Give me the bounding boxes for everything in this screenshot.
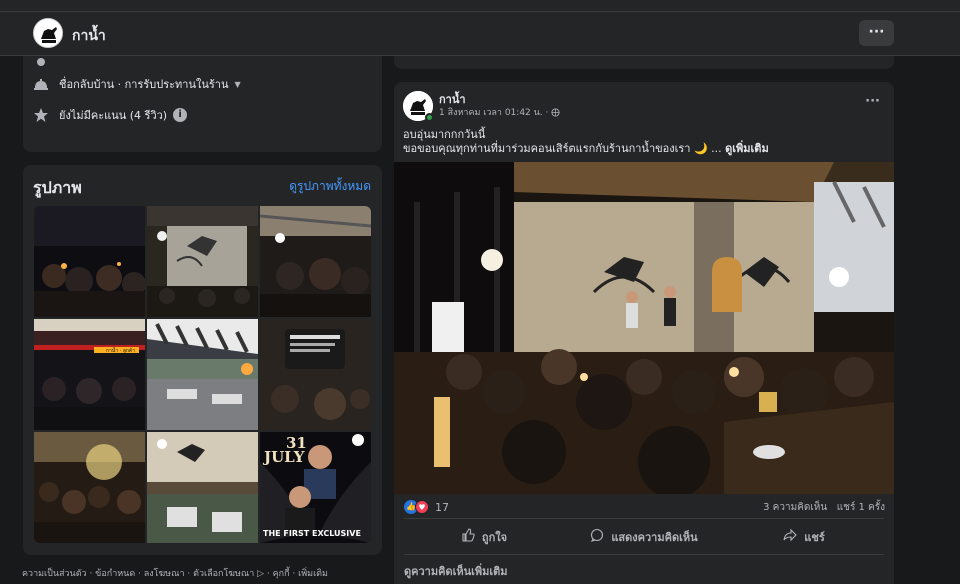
chevron-down-icon[interactable]: ▼ — [235, 80, 241, 89]
photos-card: รูปภาพ ดูรูปภาพทั้งหมด กาน้ำ · ลูกค้า 31… — [23, 165, 382, 555]
service-bell-icon — [33, 76, 49, 92]
about-category-text: ชื่อกลับบ้าน · การรับประทานในร้าน — [59, 78, 229, 91]
star-icon — [33, 107, 49, 123]
thumbs-up-icon — [461, 528, 475, 546]
about-row-category[interactable]: ชื่อกลับบ้าน · การรับประทานในร้าน ▼ — [33, 74, 241, 94]
share-button[interactable]: แชร์ — [724, 522, 884, 552]
comment-icon — [590, 528, 604, 546]
online-status-dot — [425, 113, 434, 122]
previous-post-remnant — [394, 56, 894, 69]
photo-tile[interactable] — [34, 206, 145, 317]
footer-links[interactable]: ความเป็นส่วนตัว · ข้อกำหนด · ลงโฆษณา · ต… — [22, 566, 328, 580]
share-icon — [783, 528, 798, 546]
globe-icon — [551, 108, 560, 120]
photo-tile[interactable]: 31 JULY THE FIRST EXCLUSIVE — [260, 432, 371, 543]
kettle-logo-icon — [34, 19, 62, 47]
poster-caption: THE FIRST EXCLUSIVE — [263, 529, 361, 538]
post-options-icon[interactable]: ··· — [865, 94, 880, 109]
more-options-button[interactable]: ··· — [859, 20, 894, 46]
rating-text: ยังไม่มีคะแนน (4 รีวิว) — [59, 109, 168, 122]
post-card: กาน้ำ 1 สิงหาคม เวลา 01:42 น. · ··· อบอุ… — [394, 82, 894, 584]
photo-tile[interactable] — [260, 206, 371, 317]
comment-share-stats[interactable]: 3 ความคิดเห็น แชร์ 1 ครั้ง — [763, 500, 885, 515]
photo-tile[interactable] — [147, 319, 258, 430]
see-more-link[interactable]: ดูเพิ่มเติม — [725, 142, 769, 155]
photo-grid: กาน้ำ · ลูกค้า 31 JULY THE FIRST EXCLUSI… — [34, 206, 371, 543]
about-row-rating: ยังไม่มีคะแนน (4 รีวิว) i — [33, 105, 188, 125]
page-logo[interactable] — [33, 18, 63, 48]
about-row-partial — [33, 56, 59, 76]
post-text-line2: ขอขอบคุณทุกท่านที่มาร่วมคอนเสิร์ตแรกกับร… — [403, 142, 769, 155]
reaction-summary[interactable]: 👍 ♥ 17 — [404, 500, 449, 514]
photo-tile[interactable] — [147, 206, 258, 317]
location-icon — [33, 58, 49, 74]
photo-tile[interactable] — [147, 432, 258, 543]
storefront-sign: กาน้ำ · ลูกค้า — [106, 348, 136, 354]
photo-tile[interactable]: กาน้ำ · ลูกค้า — [34, 319, 145, 430]
about-card: ชื่อกลับบ้าน · การรับประทานในร้าน ▼ ยังไ… — [23, 56, 382, 152]
page-header-bar: กาน้ำ ··· — [0, 12, 960, 56]
poster-date-month: JULY — [264, 448, 305, 466]
info-icon[interactable]: i — [173, 108, 188, 122]
comment-button[interactable]: แสดงความคิดเห็น — [564, 522, 724, 552]
browser-strip — [0, 0, 960, 12]
reaction-count: 17 — [435, 500, 449, 514]
post-actions: ถูกใจ แสดงความคิดเห็น แชร์ — [404, 522, 884, 552]
photo-tile[interactable] — [260, 319, 371, 430]
see-all-photos-link[interactable]: ดูรูปภาพทั้งหมด — [289, 177, 371, 196]
divider — [404, 518, 884, 519]
view-more-comments-link[interactable]: ดูความคิดเห็นเพิ่มเติม — [404, 562, 508, 580]
post-photo[interactable] — [394, 162, 894, 494]
photo-tile[interactable] — [34, 432, 145, 543]
page-name[interactable]: กาน้ำ — [72, 25, 106, 47]
love-reaction-icon: ♥ — [415, 500, 429, 514]
like-button[interactable]: ถูกใจ — [404, 522, 564, 552]
divider — [404, 554, 884, 555]
post-timestamp[interactable]: 1 สิงหาคม เวลา 01:42 น. · — [439, 105, 560, 120]
photos-title: รูปภาพ — [33, 178, 82, 197]
